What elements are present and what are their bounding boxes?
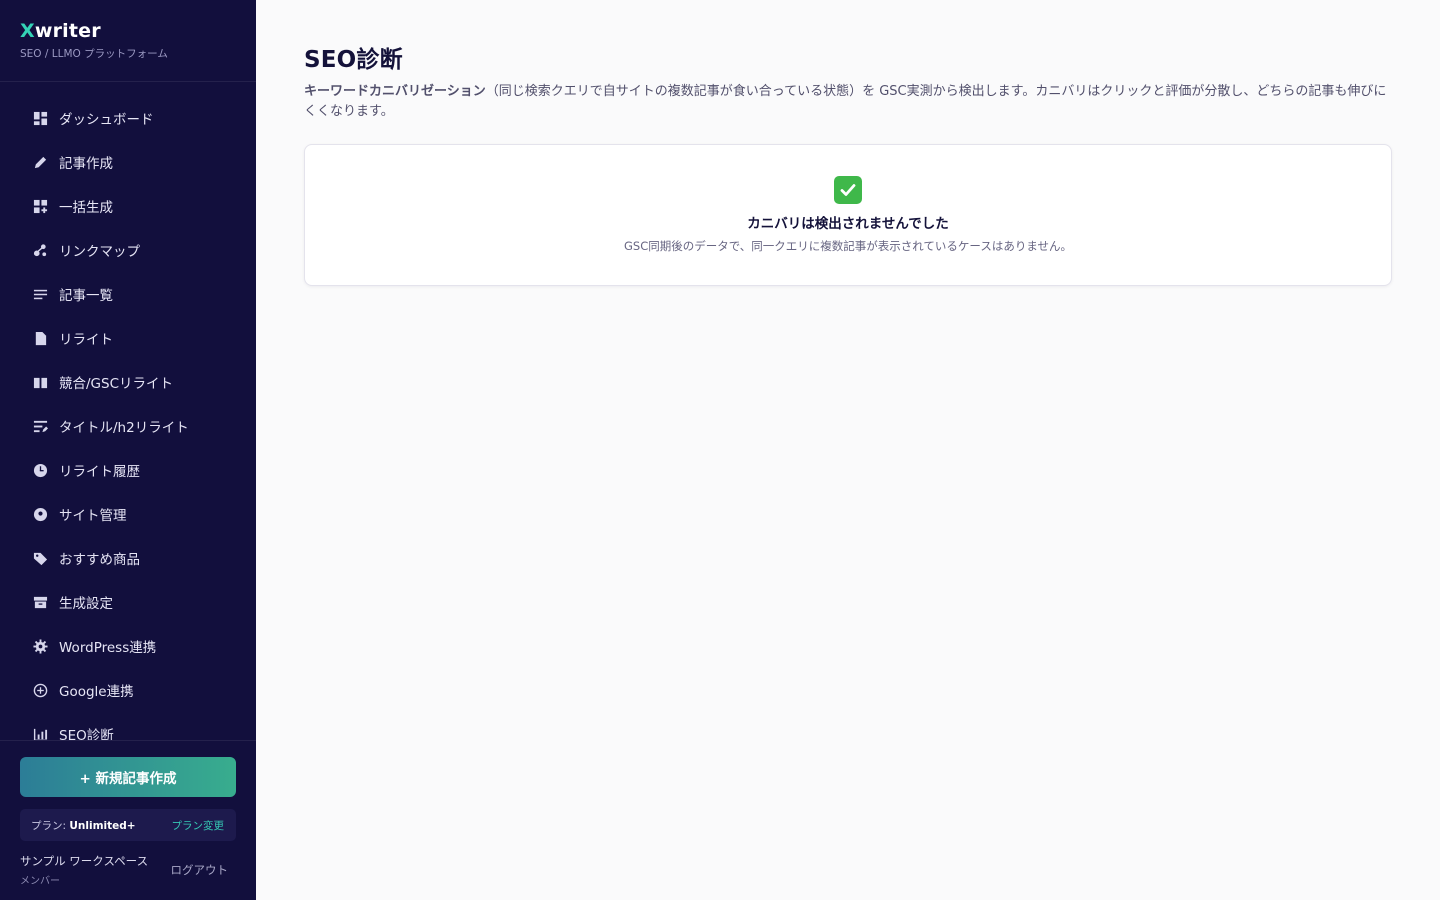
workspace-info: サンプル ワークスペース メンバー	[20, 853, 148, 887]
sidebar-item-article-list[interactable]: 記事一覧	[0, 272, 256, 316]
result-card: カニバリは検出されませんでした GSC同期後のデータで、同一クエリに複数記事が表…	[304, 144, 1392, 286]
user-row: サンプル ワークスペース メンバー ログアウト	[20, 853, 236, 887]
description-keyword: キーワードカニバリゼーション	[304, 84, 486, 99]
app-root: Xwriter SEO / LLMO プラットフォーム ダッシュボード 記事作成…	[0, 0, 1440, 900]
sidebar-item-rewrite[interactable]: リライト	[0, 316, 256, 360]
link-map-icon	[32, 242, 48, 258]
sidebar-item-label: 一括生成	[59, 200, 113, 216]
sidebar-item-google-integration[interactable]: Google連携	[0, 668, 256, 712]
workspace-name: サンプル ワークスペース	[20, 854, 149, 868]
sidebar-item-label: タイトル/h2リライト	[59, 420, 189, 436]
sidebar-item-label: 生成設定	[59, 596, 113, 612]
dashboard-icon	[32, 110, 48, 126]
sidebar-item-bulk-generate[interactable]: 一括生成	[0, 184, 256, 228]
sidebar-item-title-h2-rewrite[interactable]: タイトル/h2リライト	[0, 404, 256, 448]
clock-icon	[32, 462, 48, 478]
tag-icon	[32, 550, 48, 566]
sidebar-item-label: 競合/GSCリライト	[59, 376, 174, 392]
sidebar-item-site-management[interactable]: サイト管理	[0, 492, 256, 536]
sidebar-item-label: SEO診断	[59, 728, 114, 740]
brand-subtitle: SEO / LLMO プラットフォーム	[20, 48, 168, 60]
sidebar-item-wordpress-integration[interactable]: WordPress連携	[0, 624, 256, 668]
site-pin-icon	[32, 506, 48, 522]
page-title: SEO診断	[304, 47, 403, 73]
sidebar-item-label: おすすめ商品	[59, 552, 140, 568]
pencil-icon	[32, 154, 48, 170]
brand: Xwriter SEO / LLMO プラットフォーム	[0, 0, 256, 82]
workspace-role: メンバー	[20, 876, 60, 887]
main-content: SEO診断 キーワードカニバリゼーション（同じ検索クエリで自サイトの複数記事が食…	[256, 0, 1440, 900]
sidebar-item-competitor-gsc-rewrite[interactable]: 競合/GSCリライト	[0, 360, 256, 404]
empty-state-title: カニバリは検出されませんでした	[747, 216, 949, 232]
sidebar-footer: + 新規記事作成 プラン: Unlimited+ プラン変更 サンプル ワークス…	[0, 740, 256, 900]
plan-label: プラン:	[31, 819, 67, 832]
sidebar-item-label: サイト管理	[59, 508, 127, 524]
sidebar-item-generation-settings[interactable]: 生成設定	[0, 580, 256, 624]
plan-box: プラン: Unlimited+ プラン変更	[20, 809, 236, 841]
brand-logo[interactable]: Xwriter	[20, 20, 236, 42]
sidebar-item-label: リライト履歴	[59, 464, 140, 480]
check-mark-icon	[834, 176, 862, 204]
plan-info: プラン: Unlimited+	[31, 818, 136, 833]
sidebar-item-label: 記事一覧	[59, 288, 113, 304]
plan-value: Unlimited+	[69, 819, 136, 832]
logout-button[interactable]: ログアウト	[171, 862, 229, 878]
title-edit-icon	[32, 418, 48, 434]
gear-icon	[32, 638, 48, 654]
sidebar-item-dashboard[interactable]: ダッシュボード	[0, 96, 256, 140]
brand-accent-letter: X	[20, 20, 35, 42]
list-icon	[32, 286, 48, 302]
sidebar-nav: ダッシュボード 記事作成 一括生成 リンクマップ 記事一覧 リライト 競合/GS…	[0, 82, 256, 740]
sidebar-item-label: リンクマップ	[59, 244, 140, 260]
page-description: キーワードカニバリゼーション（同じ検索クエリで自サイトの複数記事が食い合っている…	[304, 82, 1392, 122]
chart-icon	[32, 726, 48, 740]
sidebar-item-create-article[interactable]: 記事作成	[0, 140, 256, 184]
plan-change-link[interactable]: プラン変更	[172, 818, 225, 833]
new-article-button[interactable]: + 新規記事作成	[20, 757, 236, 797]
brand-name-rest: writer	[34, 20, 101, 42]
sidebar-item-label: ダッシュボード	[59, 112, 154, 128]
sidebar: Xwriter SEO / LLMO プラットフォーム ダッシュボード 記事作成…	[0, 0, 256, 900]
sidebar-item-label: WordPress連携	[59, 640, 157, 656]
grid-add-icon	[32, 198, 48, 214]
plus-circle-icon	[32, 682, 48, 698]
sidebar-item-link-map[interactable]: リンクマップ	[0, 228, 256, 272]
sidebar-item-seo-diagnosis[interactable]: SEO診断	[0, 712, 256, 740]
empty-state-message: GSC同期後のデータで、同一クエリに複数記事が表示されているケースはありません。	[623, 239, 1072, 253]
document-edit-icon	[32, 330, 48, 346]
book-icon	[32, 374, 48, 390]
sidebar-item-recommended-products[interactable]: おすすめ商品	[0, 536, 256, 580]
archive-icon	[32, 594, 48, 610]
sidebar-item-rewrite-history[interactable]: リライト履歴	[0, 448, 256, 492]
sidebar-item-label: リライト	[59, 332, 113, 348]
sidebar-item-label: 記事作成	[59, 156, 113, 172]
sidebar-item-label: Google連携	[59, 684, 134, 700]
